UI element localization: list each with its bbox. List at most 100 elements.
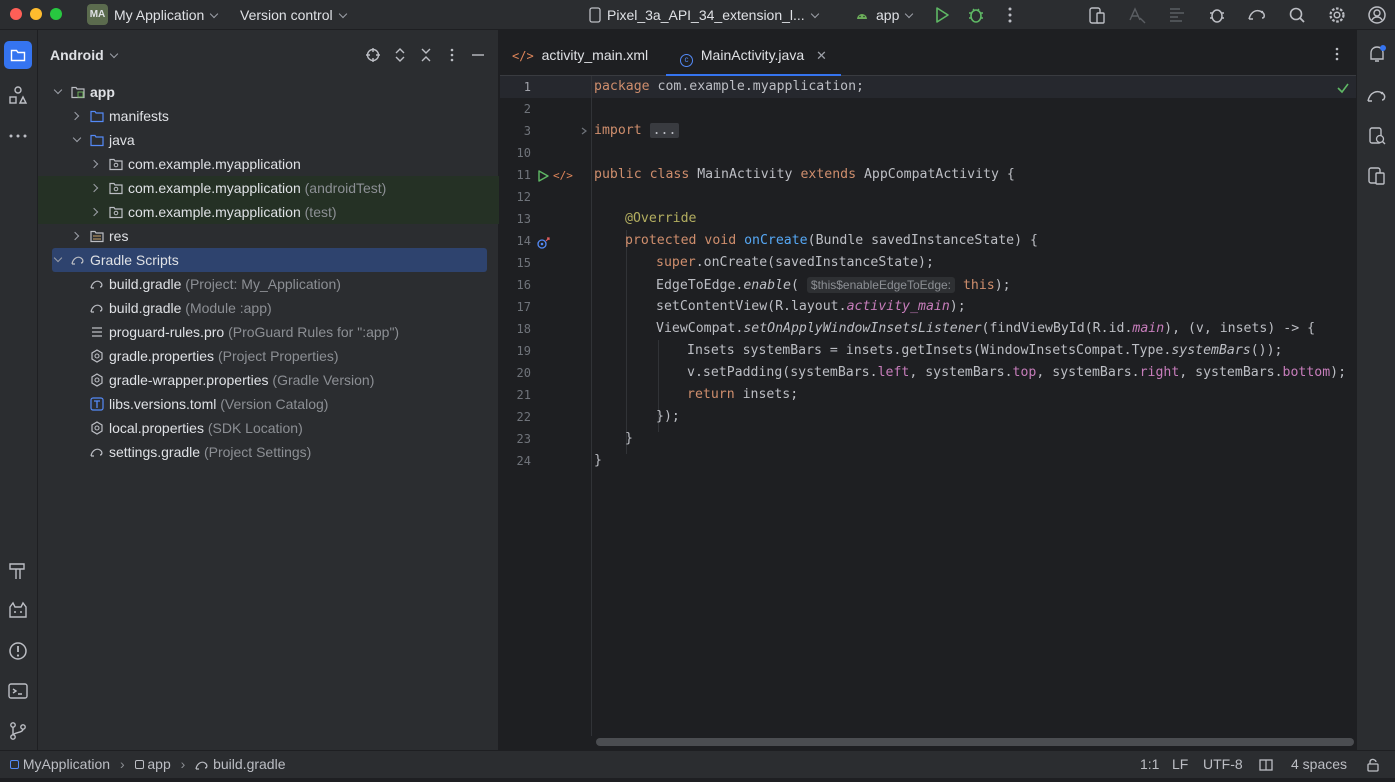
code-token: } — [625, 431, 633, 446]
vcs-selector[interactable]: Version control — [240, 7, 347, 23]
gradle-sync-icon[interactable] — [1247, 5, 1267, 25]
chevron-down-icon — [338, 9, 347, 19]
tree-item-gradle-wrapper-properties[interactable]: gradle-wrapper.properties (Gradle Versio… — [38, 368, 499, 392]
tree-item-local-properties[interactable]: local.properties (SDK Location) — [38, 416, 499, 440]
line-separator[interactable]: LF — [1172, 756, 1188, 772]
tab-options-icon[interactable] — [1329, 46, 1345, 62]
tree-item-build-gradle-module[interactable]: build.gradle (Module :app) — [38, 296, 499, 320]
toml-file-icon — [90, 397, 104, 411]
debug-icon[interactable] — [966, 5, 986, 25]
close-window-button[interactable] — [10, 8, 22, 20]
chevron-right-icon[interactable] — [89, 207, 99, 217]
translate-icon[interactable] — [1127, 5, 1147, 25]
tree-item-manifests[interactable]: manifests — [38, 104, 499, 128]
version-control-icon[interactable] — [7, 720, 29, 742]
notifications-icon[interactable] — [1366, 43, 1388, 65]
chevron-down-icon[interactable] — [72, 133, 82, 143]
breadcrumb-file[interactable]: build.gradle — [213, 756, 285, 772]
tree-item-libs-versions[interactable]: libs.versions.toml (Version Catalog) — [38, 392, 499, 416]
editor-gutter: 1 2 3 10 11 12 13 14 15 16 17 18 19 20 2… — [500, 76, 592, 736]
zoom-window-button[interactable] — [50, 8, 62, 20]
chevron-right-icon[interactable] — [89, 183, 99, 193]
tree-item-app[interactable]: app — [38, 80, 499, 104]
bug-icon[interactable] — [1207, 5, 1227, 25]
tree-item-package-main[interactable]: com.example.myapplication — [38, 152, 499, 176]
resource-manager-icon[interactable] — [7, 85, 29, 107]
collapse-all-icon[interactable] — [418, 47, 434, 63]
chevron-down-icon[interactable] — [53, 253, 63, 263]
indent-setting[interactable]: 4 spaces — [1291, 756, 1347, 772]
fold-chevron-icon[interactable] — [579, 126, 589, 136]
read-mode-icon[interactable] — [1258, 757, 1274, 773]
project-view-selector[interactable]: Android — [50, 47, 118, 63]
gutter-divider — [591, 76, 592, 736]
code-line-16: EdgeToEdge.enable( $this$enableEdgeToEdg… — [656, 274, 1011, 296]
breadcrumb: MyApplication › app › build.gradle — [10, 756, 285, 772]
tree-item-gradle-properties[interactable]: gradle.properties (Project Properties) — [38, 344, 499, 368]
override-method-icon[interactable] — [536, 236, 552, 250]
caret-position[interactable]: 1:1 — [1140, 756, 1159, 772]
tree-item-package-test[interactable]: com.example.myapplication (test) — [38, 200, 499, 224]
chevron-right-icon[interactable] — [70, 111, 80, 121]
tree-item-java[interactable]: java — [38, 128, 499, 152]
tree-item-package-androidtest[interactable]: com.example.myapplication (androidTest) — [38, 176, 499, 200]
run-gutter-icon[interactable] — [536, 169, 550, 183]
tab-activity-main-xml[interactable]: </> activity_main.xml — [512, 30, 648, 76]
project-selector[interactable]: My Application — [114, 7, 219, 23]
device-selector[interactable]: Pixel_3a_API_34_extension_l... — [607, 7, 819, 23]
no-problems-check-icon[interactable] — [1336, 81, 1350, 95]
layout-inspector-icon[interactable] — [1167, 5, 1187, 25]
chevron-right-icon[interactable] — [70, 231, 80, 241]
more-tools-icon[interactable] — [7, 125, 29, 147]
chevron-down-icon[interactable] — [53, 85, 63, 95]
readonly-lock-icon[interactable] — [1365, 757, 1381, 773]
related-xml-icon[interactable]: </> — [553, 169, 573, 182]
breadcrumb-project[interactable]: MyApplication — [23, 756, 110, 772]
account-icon[interactable] — [1367, 5, 1387, 25]
running-devices-icon[interactable] — [1366, 165, 1388, 187]
tree-item-res[interactable]: res — [38, 224, 499, 248]
run-config-selector[interactable]: app — [876, 7, 914, 23]
hide-panel-icon[interactable] — [470, 47, 486, 63]
folder-icon — [10, 47, 26, 63]
tree-item-label: Gradle Scripts — [90, 252, 179, 268]
line-number: 22 — [516, 410, 531, 424]
tree-item-gradle-scripts[interactable]: Gradle Scripts — [38, 248, 499, 272]
file-encoding[interactable]: UTF-8 — [1203, 756, 1243, 772]
tree-item-label: build.gradle — [109, 276, 182, 292]
tree-item-build-gradle-project[interactable]: build.gradle (Project: My_Application) — [38, 272, 499, 296]
search-icon[interactable] — [1287, 5, 1307, 25]
settings-icon[interactable] — [1327, 5, 1347, 25]
code-editor: </> activity_main.xml c MainActivity.jav… — [500, 30, 1356, 750]
logcat-icon[interactable] — [7, 600, 29, 622]
tab-main-activity-java[interactable]: c MainActivity.java ✕ — [666, 30, 841, 76]
more-icon[interactable] — [1000, 5, 1020, 25]
project-badge[interactable]: MA — [87, 4, 108, 25]
minimize-window-button[interactable] — [30, 8, 42, 20]
properties-gear-icon — [90, 349, 104, 363]
code-token: ), (v, insets) -> { — [1164, 321, 1316, 336]
build-icon[interactable] — [7, 560, 29, 582]
tree-item-settings-gradle[interactable]: settings.gradle (Project Settings) — [38, 440, 499, 464]
device-explorer-icon[interactable] — [1366, 125, 1388, 147]
project-tool-button[interactable] — [4, 41, 32, 69]
folded-imports[interactable]: ... — [649, 123, 680, 138]
run-icon[interactable] — [932, 5, 952, 25]
terminal-icon[interactable] — [7, 680, 29, 702]
locate-icon[interactable] — [365, 47, 381, 63]
gradle-tool-icon[interactable] — [1366, 85, 1388, 107]
line-number: 3 — [523, 124, 531, 138]
device-manager-icon[interactable] — [1087, 5, 1107, 25]
line-number: 13 — [516, 212, 531, 226]
horizontal-scrollbar[interactable] — [596, 738, 1354, 746]
tree-item-proguard[interactable]: proguard-rules.pro (ProGuard Rules for "… — [38, 320, 499, 344]
close-tab-icon[interactable]: ✕ — [816, 48, 827, 63]
expand-all-icon[interactable] — [392, 47, 408, 63]
problems-icon[interactable] — [7, 640, 29, 662]
code-line-17: setContentView(R.layout.activity_main); — [656, 296, 966, 318]
code-area[interactable]: package com.example.myapplication; impor… — [594, 76, 1354, 736]
options-icon[interactable] — [444, 47, 460, 63]
chevron-right-icon[interactable] — [89, 159, 99, 169]
title-bar: MA My Application Version control Pixel_… — [0, 0, 1395, 30]
breadcrumb-module[interactable]: app — [147, 756, 170, 772]
